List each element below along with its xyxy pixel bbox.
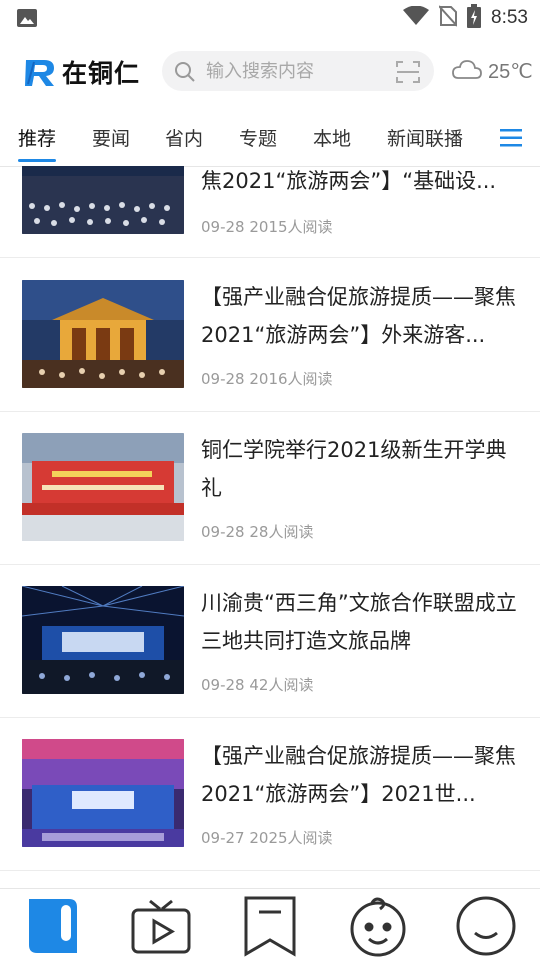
news-title: 川渝贵“西三角”文旅合作联盟成立 三地共同打造文旅品牌 [201,591,517,653]
app-logo[interactable]: 在铜仁 [24,54,140,90]
news-title: 铜仁学院举行2021级新生开学典礼 [201,438,507,500]
tab-recommend[interactable]: 推荐 [18,124,56,151]
baby-face-icon[interactable] [346,895,410,957]
news-thumbnail [22,586,184,694]
image-icon [17,9,37,31]
news-meta: 09-28 42人阅读 [201,676,314,694]
logo-text: 在铜仁 [62,59,141,88]
news-item[interactable]: 【强产业融合促旅游提质——聚焦2021“旅游两会”】2021世... 09-27… [0,717,540,871]
news-item[interactable]: 铜仁学院举行2021级新生开学典礼 09-28 28人阅读 [0,411,540,565]
news-meta: 09-27 2025人阅读 [201,829,333,847]
tab-news-broadcast[interactable]: 新闻联播 [387,124,463,151]
search-icon [174,61,196,87]
search-input[interactable] [206,51,386,91]
news-book-icon[interactable] [22,895,86,957]
battery-charging-icon [467,4,482,32]
news-title: 【强产业融合促旅游提质——聚焦2021“旅游两会”】2021世... [201,744,516,806]
wifi-icon [403,5,430,30]
weather-temperature: 25℃ [488,60,533,83]
active-tab-indicator [18,159,56,162]
tab-headlines[interactable]: 要闻 [92,124,130,151]
no-sim-icon [438,5,458,31]
bookmark-icon[interactable] [238,895,302,957]
tv-icon[interactable] [129,895,193,957]
tab-topics[interactable]: 专题 [239,124,277,151]
app-header: 在铜仁 25℃ [0,44,540,100]
news-item[interactable]: 川渝贵“西三角”文旅合作联盟成立 三地共同打造文旅品牌 09-28 42人阅读 [0,564,540,718]
menu-icon[interactable] [500,128,522,152]
news-title: 焦2021“旅游两会”】“基础设... [201,169,497,193]
tab-local[interactable]: 本地 [313,124,351,151]
news-item[interactable]: 【强产业融合促旅游提质——聚焦2021“旅游两会”】外来游客... 09-28 … [0,258,540,412]
news-feed: 焦2021“旅游两会”】“基础设... 09-28 2015人阅读 【强产业融合… [0,166,540,888]
news-thumbnail [22,739,184,847]
news-title: 【强产业融合促旅游提质——聚焦2021“旅游两会”】外来游客... [201,285,516,347]
news-meta: 09-28 2016人阅读 [201,370,333,388]
news-item[interactable]: 焦2021“旅游两会”】“基础设... 09-28 2015人阅读 [0,166,540,258]
weather-widget[interactable]: 25℃ [450,58,533,84]
status-bar: 8:53 [0,0,540,36]
status-time: 8:53 [491,7,528,28]
category-tabs: 推荐 要闻 省内 专题 本地 新闻联播 [0,118,540,167]
search-bar[interactable] [162,51,434,91]
scan-icon[interactable] [396,60,420,88]
news-thumbnail [22,280,184,388]
news-meta: 09-28 28人阅读 [201,523,314,541]
tab-province[interactable]: 省内 [165,124,203,151]
news-thumbnail [22,433,184,541]
cloud-icon [450,58,482,84]
logo-r-icon [25,60,54,86]
news-thumbnail [22,166,184,234]
news-meta: 09-28 2015人阅读 [201,218,333,236]
bottom-navigation [0,888,540,961]
smile-face-icon[interactable] [454,895,518,957]
